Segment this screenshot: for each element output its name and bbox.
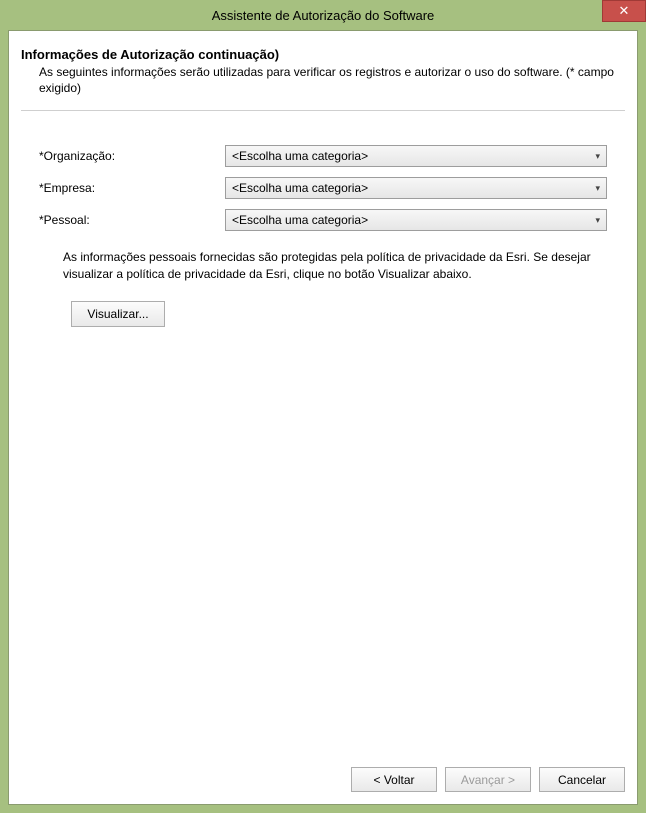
content-frame: Informações de Autorização continuação) … [0,30,646,813]
select-pessoal-value: <Escolha uma categoria> [232,213,591,227]
page-subtitle: As seguintes informações serão utilizada… [39,64,625,96]
select-empresa-value: <Escolha uma categoria> [232,181,591,195]
visualizar-button[interactable]: Visualizar... [71,301,165,327]
footer: < Voltar Avançar > Cancelar [21,759,625,792]
form-area: *Organização: <Escolha uma categoria> ▾ … [21,145,625,759]
header: Informações de Autorização continuação) … [21,41,625,106]
row-organizacao: *Organização: <Escolha uma categoria> ▾ [39,145,607,167]
select-pessoal[interactable]: <Escolha uma categoria> ▾ [225,209,607,231]
select-organizacao[interactable]: <Escolha uma categoria> ▾ [225,145,607,167]
label-pessoal: *Pessoal: [39,213,225,227]
content: Informações de Autorização continuação) … [8,30,638,805]
row-empresa: *Empresa: <Escolha uma categoria> ▾ [39,177,607,199]
label-organizacao: *Organização: [39,149,225,163]
row-pessoal: *Pessoal: <Escolha uma categoria> ▾ [39,209,607,231]
titlebar: Assistente de Autorização do Software ✕ [0,0,646,30]
close-icon: ✕ [619,3,630,19]
select-organizacao-value: <Escolha uma categoria> [232,149,591,163]
label-empresa: *Empresa: [39,181,225,195]
close-button[interactable]: ✕ [602,0,646,22]
divider [21,110,625,111]
chevron-down-icon: ▾ [595,215,600,226]
page-title: Informações de Autorização continuação) [21,47,625,62]
window-title: Assistente de Autorização do Software [0,8,646,23]
cancel-button[interactable]: Cancelar [539,767,625,792]
window: Assistente de Autorização do Software ✕ … [0,0,646,813]
back-button[interactable]: < Voltar [351,767,437,792]
select-empresa[interactable]: <Escolha uma categoria> ▾ [225,177,607,199]
privacy-text: As informações pessoais fornecidas são p… [63,249,607,283]
chevron-down-icon: ▾ [595,151,600,162]
next-button: Avançar > [445,767,531,792]
chevron-down-icon: ▾ [595,183,600,194]
